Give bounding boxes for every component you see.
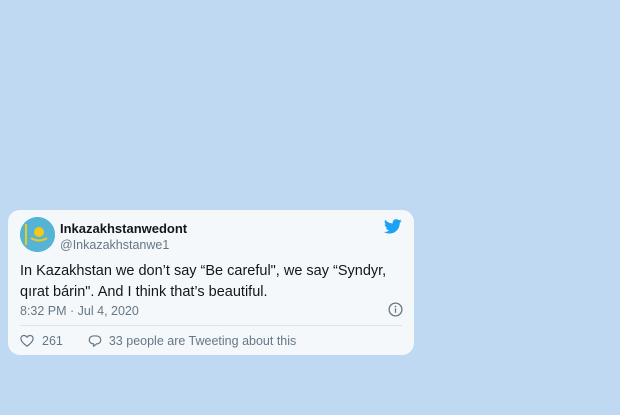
divider xyxy=(20,325,402,326)
tweet-card[interactable]: Inkazakhstanwedont @Inkazakhstanwe1 In K… xyxy=(8,210,414,355)
timestamp[interactable]: 8:32 PM · Jul 4, 2020 xyxy=(20,304,139,318)
display-name[interactable]: Inkazakhstanwedont xyxy=(60,221,187,236)
avatar[interactable] xyxy=(20,217,55,252)
speech-bubble-icon xyxy=(88,335,102,347)
info-icon[interactable] xyxy=(388,302,403,317)
twitter-bird-icon[interactable] xyxy=(384,219,402,234)
conversation-text: 33 people are Tweeting about this xyxy=(108,334,297,348)
like-count: 261 xyxy=(42,334,63,348)
action-row: 261 33 people are Tweeting about this xyxy=(20,332,296,350)
tweet-text: In Kazakhstan we don’t say “Be careful",… xyxy=(20,263,387,300)
conversation-link[interactable]: 33 people are Tweeting about this xyxy=(88,334,296,348)
heart-icon[interactable] xyxy=(20,334,34,348)
kazakhstan-flag-icon xyxy=(20,217,55,252)
user-handle[interactable]: @Inkazakhstanwe1 xyxy=(60,238,169,252)
